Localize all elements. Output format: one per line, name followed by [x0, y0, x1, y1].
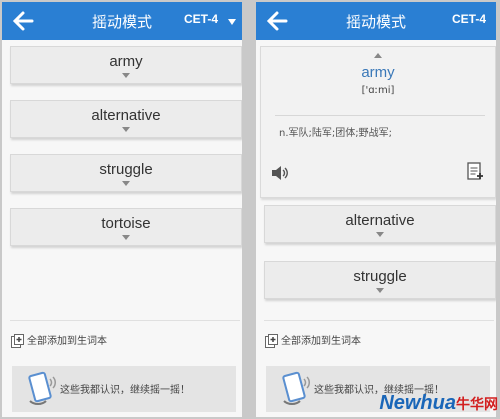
expand-arrow-icon: [122, 235, 130, 240]
expand-arrow-icon: [122, 127, 130, 132]
shake-phone-icon: [282, 371, 310, 405]
word-card[interactable]: struggle: [10, 154, 242, 192]
add-all-to-wordbook-button[interactable]: 全部添加到生词本: [11, 332, 107, 348]
word-label: struggle: [99, 161, 153, 178]
expand-arrow-icon: [122, 181, 130, 186]
expand-arrow-icon: [376, 288, 384, 293]
watermark-brand: Newhua: [379, 392, 456, 414]
word-card[interactable]: tortoise: [10, 208, 242, 246]
expand-arrow-icon: [376, 232, 384, 237]
word-label: tortoise: [101, 215, 151, 232]
add-all-label: 全部添加到生词本: [281, 336, 361, 347]
word-card[interactable]: alternative: [10, 100, 242, 138]
chevron-down-icon[interactable]: [228, 19, 236, 25]
expanded-word-card[interactable]: army ['ɑːmi] n.军队;陆军;团体;野战军;: [260, 46, 496, 198]
word-label: army: [361, 64, 395, 81]
word-card[interactable]: army: [10, 46, 242, 84]
right-screen: 摇动模式 CET-4 army ['ɑːmi] n.军队;陆军;团体;野战军; …: [256, 2, 496, 417]
app-header: 摇动模式 CET-4: [2, 2, 242, 40]
divider: [275, 115, 485, 116]
divider: [264, 320, 494, 321]
speaker-icon[interactable]: [271, 165, 289, 181]
word-label: alternative: [91, 107, 161, 124]
collapse-arrow-icon[interactable]: [374, 53, 382, 58]
word-card[interactable]: struggle: [264, 261, 496, 299]
watermark-site: 牛华网: [456, 396, 498, 412]
app-header: 摇动模式 CET-4: [256, 2, 496, 40]
word-card[interactable]: alternative: [264, 205, 496, 243]
definition-text: n.军队;陆军;团体;野战军;: [279, 128, 392, 139]
add-all-label: 全部添加到生词本: [27, 336, 107, 347]
phonetic-text: ['ɑːmi]: [361, 85, 395, 96]
level-selector[interactable]: CET-4: [452, 12, 486, 26]
add-to-wordbook-icon: [11, 334, 24, 348]
add-to-wordbook-icon[interactable]: [467, 161, 485, 181]
left-screen: 摇动模式 CET-4 army alternative struggle tor…: [2, 2, 242, 417]
shake-phone-icon: [28, 371, 56, 405]
level-selector[interactable]: CET-4: [184, 12, 218, 26]
word-label: struggle: [353, 268, 407, 285]
word-label: alternative: [345, 212, 415, 229]
divider: [10, 320, 240, 321]
shake-banner[interactable]: 这些我都认识，继续摇一摇！: [12, 366, 236, 412]
expand-arrow-icon: [122, 73, 130, 78]
watermark: Newhua牛华网: [379, 392, 498, 415]
banner-text: 这些我都认识，继续摇一摇！: [60, 385, 190, 396]
add-to-wordbook-icon: [265, 334, 278, 348]
word-label: army: [109, 53, 143, 70]
add-all-to-wordbook-button[interactable]: 全部添加到生词本: [265, 332, 361, 348]
